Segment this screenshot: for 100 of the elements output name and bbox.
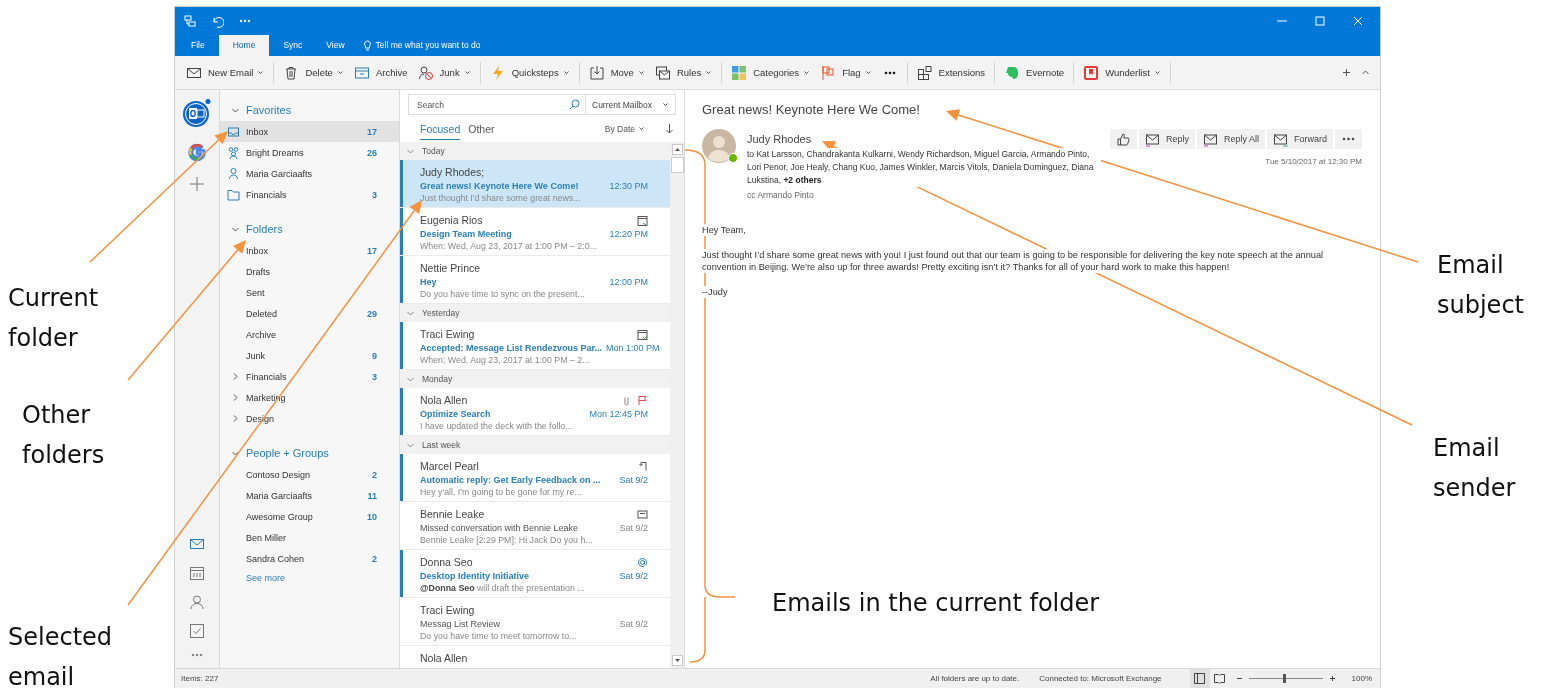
ribbon-tab[interactable]: View [316, 35, 355, 56]
recipients: to Kat Larsson, Chandrakanta Kulkarni, Wendy Richardson, Miguel Garcia, Armando Pinto, Lori Penor, Joe Healy, Chang Kuo, James Winkler, Marcis Vitols, Daniela Dominguez, Diana Lukstina, +2 others [747, 148, 1101, 187]
sender-name: Eugenia Rios [420, 214, 483, 226]
reply-all-button[interactable]: Reply All [1196, 129, 1265, 149]
message-preview: Do you have time to meet tomorrow to... [420, 630, 578, 643]
search-input[interactable]: Search [409, 99, 564, 110]
close-icon[interactable] [1352, 15, 1364, 27]
forward-button[interactable]: Forward [1267, 129, 1333, 149]
toolbar-button[interactable]: Categories [726, 60, 816, 85]
section-header[interactable]: People + Groups [220, 442, 399, 464]
inbox-tab[interactable]: Focused [420, 117, 461, 140]
sync-icon[interactable] [183, 14, 197, 28]
folder-item[interactable]: Maria Garciaafts [220, 163, 399, 184]
undo-icon[interactable] [211, 14, 224, 28]
folder-item[interactable]: Sent [220, 282, 399, 303]
body-paragraph: Hey Team, [702, 224, 746, 236]
see-more-link[interactable]: See more [246, 573, 286, 583]
scroll-up-icon [673, 146, 681, 153]
normal-view-icon[interactable] [1194, 673, 1206, 684]
folder-item[interactable]: Contoso Design 2 [220, 464, 399, 485]
toolbar-button[interactable]: Move [583, 60, 650, 85]
unread-count: 17 [367, 126, 377, 137]
categories-icon [731, 64, 748, 81]
avatar [702, 129, 736, 163]
reply-button[interactable]: Reply [1138, 129, 1195, 149]
sender-name: Judy Rhodes; [420, 166, 485, 178]
toolbar-button[interactable]: Quicksteps [484, 60, 575, 85]
folder-item[interactable]: Junk 9 [220, 345, 399, 366]
zoom-out-icon[interactable] [1235, 675, 1243, 682]
folder-item[interactable]: Bright Dreams 26 [220, 142, 399, 163]
inbox-tab[interactable]: Other [468, 117, 495, 140]
mail-icon[interactable] [189, 536, 205, 552]
google-account-icon[interactable] [187, 142, 207, 162]
annotation-label: Selected email [8, 622, 113, 688]
folder-item[interactable]: Archive [220, 324, 399, 345]
message-item[interactable]: Donna Seo Desktop Identity Initiative Sat 9/2 @Donna Seo will draft the presentation ... [400, 550, 670, 598]
message-preview: Do you have time to sync on the present... [420, 288, 586, 301]
group-header[interactable]: Last week [400, 436, 670, 454]
search-icon[interactable] [569, 99, 580, 110]
zoom-in-icon[interactable] [1328, 675, 1336, 682]
folder-item[interactable]: Sandra Cohen 2 [220, 548, 399, 569]
message-subject: Optimize Search [420, 408, 491, 419]
message-item[interactable]: Marcel Pearl Automatic reply: Get Early Feedback on ... Sat 9/2 Hey y'all, I'm going to be gone for my re... [400, 454, 670, 502]
toolbar-button[interactable]: Flag [815, 60, 877, 85]
folder-item[interactable]: Awesome Group 10 [220, 506, 399, 527]
ribbon-tab[interactable]: Sync [273, 35, 313, 56]
search-field[interactable]: Search [408, 94, 585, 115]
scroll-up-button[interactable] [671, 144, 683, 155]
group-header[interactable]: Yesterday [400, 304, 670, 322]
message-time: Mon 12:45 PM [589, 408, 648, 419]
annotation-label: Email subject [1437, 250, 1524, 321]
tasks-icon[interactable] [189, 623, 205, 639]
toolbar-button[interactable]: New Email [181, 60, 270, 85]
section-header[interactable]: Favorites [220, 99, 399, 121]
folder-item[interactable]: Inbox 17 [220, 121, 399, 142]
calendar-icon[interactable] [189, 565, 205, 581]
folder-item[interactable]: Ben Miller [220, 527, 399, 548]
move-icon [588, 64, 605, 81]
reading-view-icon[interactable] [1214, 673, 1226, 684]
outlook-account-icon[interactable] [182, 98, 212, 128]
toolbar-button[interactable]: Extensions [911, 60, 991, 85]
annotation-label: Other folders [22, 400, 105, 471]
scrollbar-thumb[interactable] [670, 157, 684, 173]
plus-icon[interactable] [1342, 68, 1351, 77]
folder-item[interactable]: Maria Garciaafts 11 [220, 485, 399, 506]
maximize-icon[interactable] [1314, 15, 1326, 27]
toolbar-button[interactable]: Archive [348, 60, 413, 85]
folder-item[interactable]: Deleted 29 [220, 303, 399, 324]
sort-direction-icon[interactable] [665, 123, 674, 134]
folder-item[interactable]: Inbox 17 [220, 240, 399, 261]
more-button[interactable] [1335, 129, 1362, 149]
collapse-ribbon-icon[interactable] [1361, 68, 1370, 77]
toolbar-button[interactable]: Evernote [999, 60, 1070, 85]
scrollbar[interactable] [670, 142, 684, 668]
folder-item[interactable]: Financials 3 [220, 366, 399, 387]
ribbon-tab[interactable]: File [181, 35, 215, 56]
sender-name: Nola Allen [420, 394, 468, 406]
toolbar-button[interactable]: Wunderlist [1078, 60, 1166, 85]
folder-item[interactable]: Financials 3 [220, 184, 399, 205]
like-button[interactable] [1109, 129, 1137, 149]
toolbar-button[interactable]: Junk [412, 60, 476, 85]
section-header[interactable]: Folders [220, 218, 399, 240]
message-preview: Hey y'all, I'm going to be gone for my re... [420, 486, 583, 499]
folder-item[interactable]: Drafts [220, 261, 399, 282]
message-subject: Hey [420, 276, 437, 287]
message-preview: Bennie Leake [2:29 PM]: Hi Jack Do you h... [420, 534, 594, 547]
tell-me-search[interactable]: Tell me what you want to do [375, 35, 481, 56]
people-icon[interactable] [189, 594, 205, 610]
sort-dropdown[interactable]: By Date [604, 123, 645, 134]
group-header[interactable]: Monday [400, 370, 670, 388]
toolbar-button[interactable]: Delete [278, 60, 349, 85]
ribbon-tab[interactable]: Home [218, 35, 270, 56]
scroll-down-button[interactable] [671, 655, 683, 666]
unread-count: 10 [367, 511, 377, 522]
scope-dropdown[interactable]: Current Mailbox [585, 94, 676, 115]
toolbar-button[interactable]: Rules [649, 60, 718, 85]
unread-count: 9 [372, 350, 377, 361]
message-subject: Missed conversation with Bennie Leake [420, 522, 579, 533]
group-header[interactable]: Today [400, 142, 670, 160]
message-item[interactable]: Judy Rhodes; Great news! Keynote Here We Come! 12:30 PM Just thought I'd share some great news... [400, 160, 670, 208]
